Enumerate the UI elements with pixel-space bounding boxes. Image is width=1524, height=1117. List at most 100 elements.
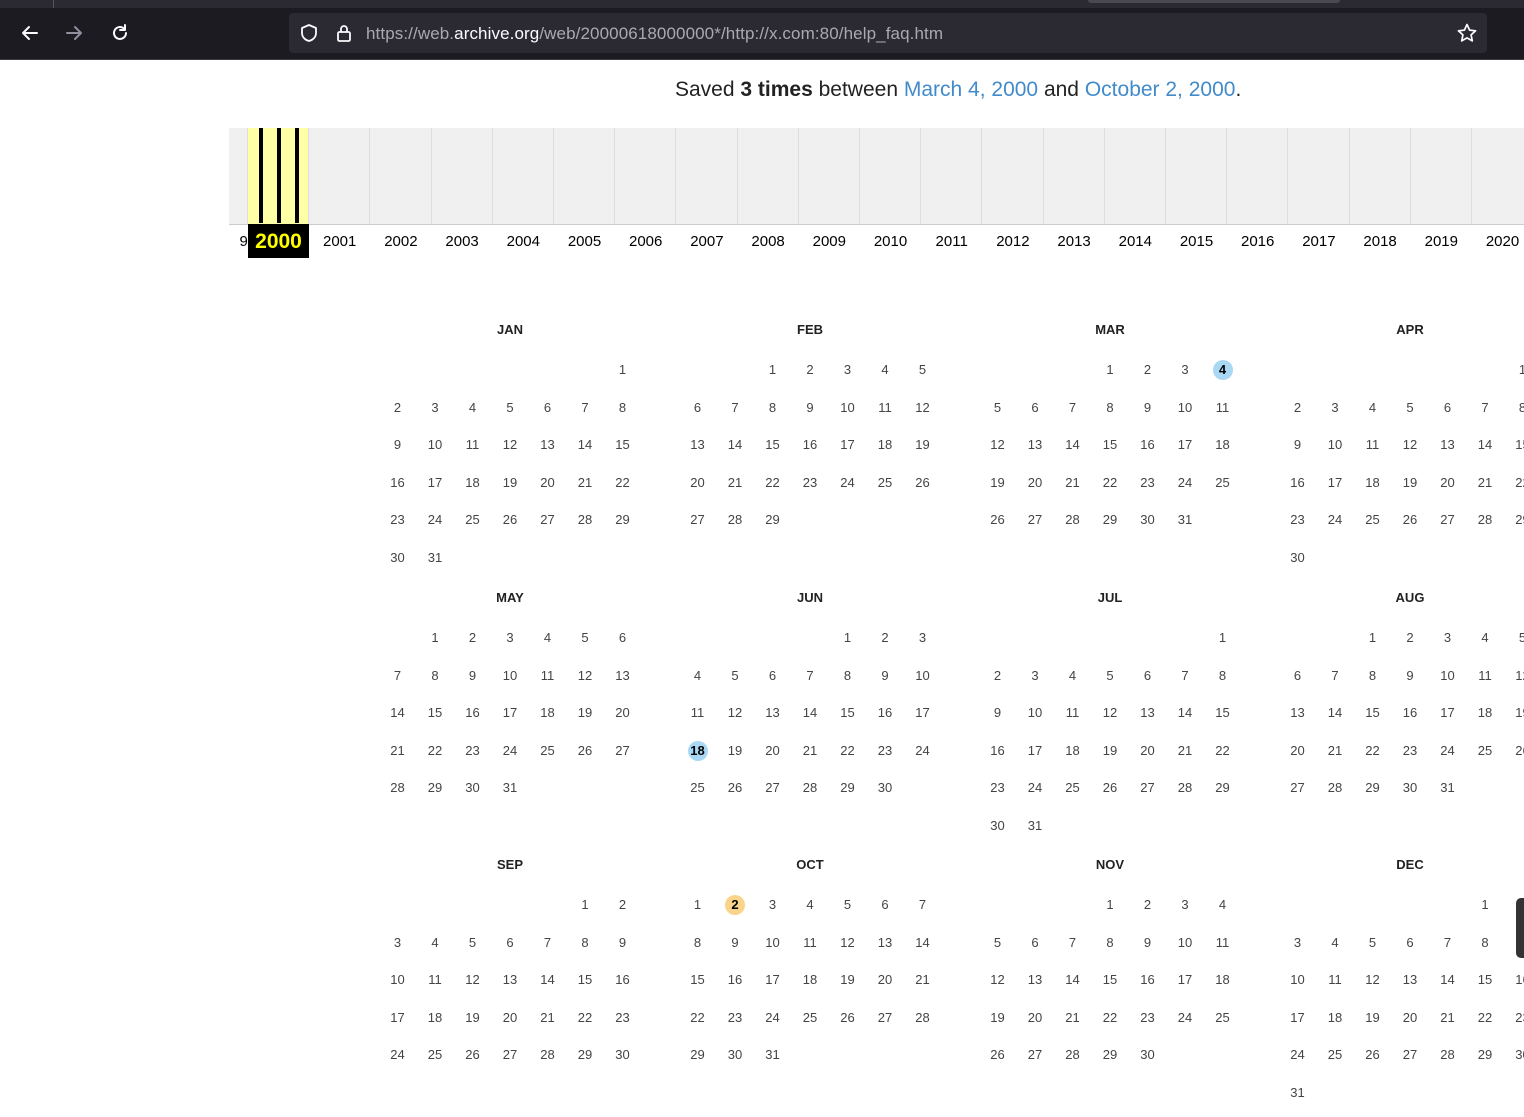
calendar-day: 5 xyxy=(985,933,1011,953)
year-link-2001[interactable]: 2001 xyxy=(309,224,370,258)
tab-indicator[interactable] xyxy=(1088,0,1340,3)
calendar-day: 25 xyxy=(1210,1008,1236,1028)
reload-button[interactable] xyxy=(105,18,135,48)
calendar-day: 13 xyxy=(1022,435,1048,455)
year-link-2018[interactable]: 2018 xyxy=(1350,224,1411,258)
calendar-day-capture[interactable]: 2 xyxy=(725,895,745,915)
calendar-day: 15 xyxy=(1510,435,1524,455)
sparkline-column[interactable] xyxy=(229,128,248,224)
calendar-day: 27 xyxy=(497,1045,523,1065)
calendar-day: 12 xyxy=(835,933,861,953)
capture-bar xyxy=(259,128,263,223)
calendar-day: 23 xyxy=(722,1008,748,1028)
star-icon[interactable] xyxy=(1456,22,1478,44)
calendar-day: 3 xyxy=(497,628,523,648)
sparkline-column-2006[interactable] xyxy=(615,128,676,224)
calendar-day: 6 xyxy=(1435,398,1461,418)
shield-icon[interactable] xyxy=(298,22,320,44)
address-bar[interactable]: https://web.archive.org/web/200006180000… xyxy=(289,13,1487,53)
year-link-2012[interactable]: 2012 xyxy=(982,224,1043,258)
year-link-2015[interactable]: 2015 xyxy=(1166,224,1227,258)
year-link-2003[interactable]: 2003 xyxy=(432,224,493,258)
year-link-2009[interactable]: 2009 xyxy=(799,224,860,258)
calendar-day: 11 xyxy=(1322,970,1348,990)
year-link-2005[interactable]: 2005 xyxy=(554,224,615,258)
calendar-day: 6 xyxy=(872,895,898,915)
sparkline-column-2002[interactable] xyxy=(370,128,431,224)
sparkline-column-2017[interactable] xyxy=(1288,128,1349,224)
calendar-day: 14 xyxy=(910,933,936,953)
sparkline-column-2003[interactable] xyxy=(432,128,493,224)
capture-sparkline[interactable] xyxy=(229,128,1524,225)
sparkline-column-2001[interactable] xyxy=(309,128,370,224)
year-link-2007[interactable]: 2007 xyxy=(676,224,737,258)
month-name: MAY xyxy=(360,590,660,606)
sparkline-column-2010[interactable] xyxy=(860,128,921,224)
calendar-day: 6 xyxy=(685,398,711,418)
sparkline-column-2007[interactable] xyxy=(676,128,737,224)
calendar-day: 16 xyxy=(460,703,486,723)
calendar-day: 27 xyxy=(1435,510,1461,530)
sparkline-column-2015[interactable] xyxy=(1166,128,1227,224)
year-link-partial[interactable]: 9 xyxy=(229,224,248,258)
calendar-day: 15 xyxy=(1097,435,1123,455)
calendar-day: 13 xyxy=(1022,970,1048,990)
sparkline-column-2016[interactable] xyxy=(1227,128,1288,224)
url-text[interactable]: https://web.archive.org/web/200006180000… xyxy=(366,24,943,44)
year-link-2017[interactable]: 2017 xyxy=(1288,224,1349,258)
lock-icon[interactable] xyxy=(333,22,355,44)
year-link-2016[interactable]: 2016 xyxy=(1227,224,1288,258)
sparkline-column-2019[interactable] xyxy=(1411,128,1472,224)
month-mar: MAR1234567891011121314151617181920212223… xyxy=(960,322,1260,582)
sparkline-column-2005[interactable] xyxy=(554,128,615,224)
first-capture-link[interactable]: March 4, 2000 xyxy=(904,78,1038,101)
sparkline-column-2013[interactable] xyxy=(1044,128,1105,224)
year-link-2010[interactable]: 2010 xyxy=(860,224,921,258)
calendar-day: 30 xyxy=(1397,778,1423,798)
calendar-day: 20 xyxy=(610,703,636,723)
sparkline-column-2012[interactable] xyxy=(982,128,1043,224)
year-link-2008[interactable]: 2008 xyxy=(738,224,799,258)
forward-button[interactable] xyxy=(59,18,89,48)
calendar-day: 1 xyxy=(1097,360,1123,380)
year-link-2000[interactable]: 2000 xyxy=(248,224,309,258)
calendar-day-capture[interactable]: 4 xyxy=(1213,360,1233,380)
calendar-day: 19 xyxy=(722,741,748,761)
sparkline-column-2014[interactable] xyxy=(1105,128,1166,224)
sparkline-column-2011[interactable] xyxy=(921,128,982,224)
calendar-day: 23 xyxy=(460,741,486,761)
calendar-day: 18 xyxy=(1472,703,1498,723)
sparkline-column-2004[interactable] xyxy=(493,128,554,224)
back-button[interactable] xyxy=(15,18,45,48)
year-link-2013[interactable]: 2013 xyxy=(1044,224,1105,258)
sparkline-column-2018[interactable] xyxy=(1350,128,1411,224)
calendar-day: 13 xyxy=(872,933,898,953)
sparkline-column-2009[interactable] xyxy=(799,128,860,224)
last-capture-link[interactable]: October 2, 2000 xyxy=(1085,78,1236,101)
year-link-2019[interactable]: 2019 xyxy=(1411,224,1472,258)
sparkline-column-2008[interactable] xyxy=(738,128,799,224)
calendar-day: 9 xyxy=(985,703,1011,723)
calendar-day: 25 xyxy=(797,1008,823,1028)
calendar-day: 23 xyxy=(385,510,411,530)
year-link-2020[interactable]: 2020 xyxy=(1472,224,1524,258)
calendar-day: 17 xyxy=(760,970,786,990)
calendar-day-capture[interactable]: 18 xyxy=(688,741,708,761)
year-link-2002[interactable]: 2002 xyxy=(370,224,431,258)
calendar-day: 25 xyxy=(1322,1045,1348,1065)
calendar-day: 30 xyxy=(1510,1045,1524,1065)
calendar-day: 20 xyxy=(1285,741,1311,761)
calendar-day: 27 xyxy=(685,510,711,530)
calendar-day: 18 xyxy=(797,970,823,990)
year-link-2011[interactable]: 2011 xyxy=(921,224,982,258)
year-link-2004[interactable]: 2004 xyxy=(493,224,554,258)
calendar-day: 13 xyxy=(1135,703,1161,723)
calendar-day: 19 xyxy=(1510,703,1524,723)
calendar-day: 21 xyxy=(722,473,748,493)
month-name: AUG xyxy=(1260,590,1524,606)
calendar-day: 14 xyxy=(1060,970,1086,990)
sparkline-column-2020[interactable] xyxy=(1472,128,1524,224)
scroll-widget[interactable] xyxy=(1516,898,1524,958)
year-link-2014[interactable]: 2014 xyxy=(1105,224,1166,258)
year-link-2006[interactable]: 2006 xyxy=(615,224,676,258)
